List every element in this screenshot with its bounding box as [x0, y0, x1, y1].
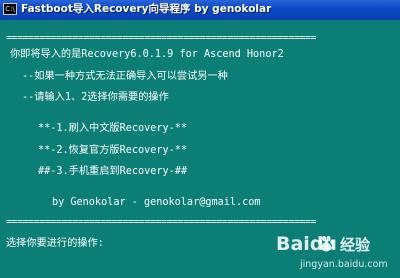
separator-bottom: ========================================…: [6, 217, 316, 228]
baidu-jingyan-watermark: Baidu 经验 jingyan.baidu.com: [276, 232, 394, 274]
title-bar[interactable]: C:\ Fastboot导入Recovery向导程序 by genokolar: [0, 0, 400, 20]
target-recovery-line: 你即将导入的是Recovery6.0.1.9 for Ascend Honor2: [10, 49, 284, 60]
console-window: C:\ Fastboot导入Recovery向导程序 by genokolar …: [0, 0, 400, 278]
input-prompt: 选择你要进行的操作:: [6, 238, 104, 249]
window-title: Fastboot导入Recovery向导程序 by genokolar: [21, 3, 272, 15]
hint-line-2: --请输入1、2选择你需要的操作: [22, 92, 169, 103]
author-credit: by Genokolar - genokolar@gmail.com: [52, 197, 261, 208]
menu-option-3: ##-3.手机重启到Recovery-##: [38, 166, 188, 177]
watermark-name: 经验: [340, 236, 371, 254]
menu-option-2: **-2.恢复官方版Recovery-**: [38, 145, 188, 156]
separator-top: ========================================…: [6, 33, 316, 44]
menu-option-1: **-1.刷入中文版Recovery-**: [38, 123, 188, 134]
watermark-url: jingyan.baidu.com: [300, 259, 388, 270]
console-app-icon[interactable]: C:\: [3, 3, 17, 15]
paw-logo-icon: [317, 235, 335, 252]
hint-line-1: --如果一种方式无法正确导入可以尝试另一种: [22, 71, 228, 82]
